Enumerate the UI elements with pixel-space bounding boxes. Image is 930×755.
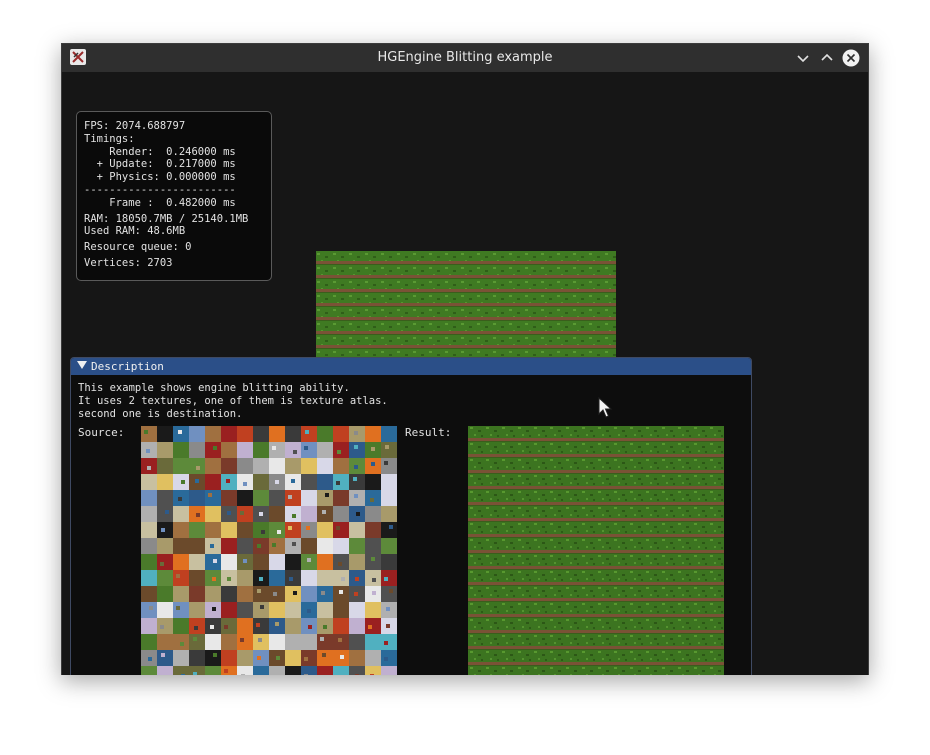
- triangle-down-icon[interactable]: [77, 361, 87, 369]
- close-icon: [842, 49, 860, 67]
- result-label: Result:: [405, 426, 452, 439]
- result-texture: [468, 426, 724, 675]
- source-texture-atlas: [141, 426, 397, 675]
- physics-time-text: + Physics: 0.000000 ms: [84, 171, 236, 184]
- frame-time-text: Frame : 0.482000 ms: [84, 196, 236, 209]
- mouse-pointer-icon: [598, 397, 613, 418]
- app-window: HGEngine Blitting example FPS: 2074.6887…: [61, 43, 869, 675]
- maximize-button[interactable]: [818, 49, 836, 67]
- source-label: Source:: [78, 426, 125, 439]
- description-text: This example shows engine blitting abili…: [78, 382, 388, 420]
- render-time-text: Render: 0.246000 ms: [84, 145, 236, 158]
- description-line: second one is destination.: [78, 407, 243, 420]
- resource-queue-text: Resource queue: 0: [84, 241, 192, 254]
- update-time-text: + Update: 0.217000 ms: [84, 158, 236, 171]
- close-button[interactable]: [842, 49, 860, 67]
- vertices-text: Vertices: 2703: [84, 256, 173, 269]
- render-canvas[interactable]: FPS: 2074.688797 Timings: Render: 0.2460…: [62, 72, 868, 675]
- used-ram-text: Used RAM: 48.6MB: [84, 225, 186, 238]
- destination-texture-scene: [316, 251, 616, 357]
- window-title: HGEngine Blitting example: [377, 50, 553, 65]
- description-panel-header[interactable]: Description: [71, 358, 751, 375]
- fps-text: FPS: 2074.688797: [84, 120, 186, 132]
- chevron-up-icon: [821, 53, 833, 61]
- ram-text: RAM: 18050.7MB / 25140.1MB: [84, 212, 249, 225]
- title-bar[interactable]: HGEngine Blitting example: [62, 44, 868, 73]
- minimize-button[interactable]: [794, 49, 812, 67]
- description-panel-title: Description: [91, 360, 164, 373]
- chevron-down-icon: [797, 55, 809, 63]
- stats-overlay: FPS: 2074.688797 Timings: Render: 0.2460…: [76, 111, 272, 281]
- timings-text: Timings:: [84, 132, 135, 145]
- stats-separator: ------------------------: [84, 183, 236, 196]
- description-line: It uses 2 textures, one of them is textu…: [78, 394, 388, 407]
- description-panel[interactable]: Description This example shows engine bl…: [70, 357, 752, 675]
- description-line: This example shows engine blitting abili…: [78, 382, 350, 394]
